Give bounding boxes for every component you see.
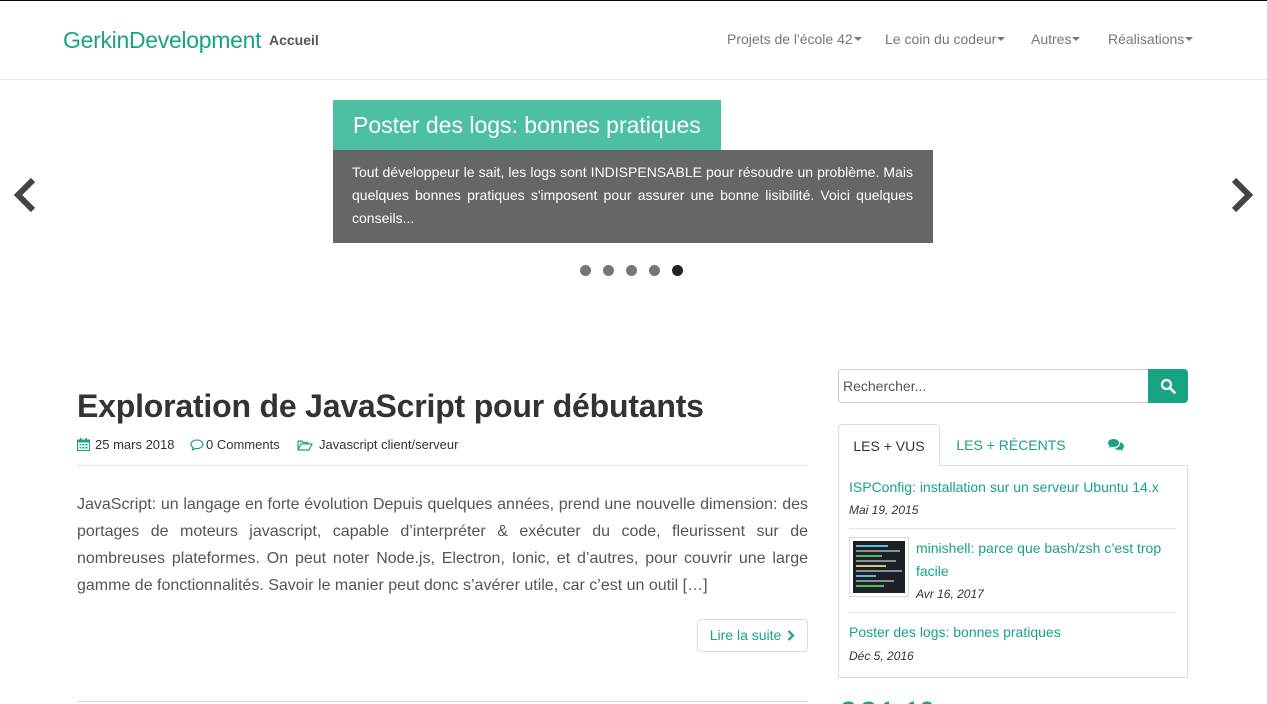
nav-menu-label: Autres — [1031, 31, 1072, 47]
site-brand[interactable]: GerkinDevelopment — [63, 27, 261, 54]
caret-down-icon — [853, 37, 862, 42]
post-bottom-divider — [77, 701, 808, 702]
caret-down-icon — [997, 37, 1006, 42]
tab-comments[interactable] — [1096, 424, 1136, 466]
sidebar-item-divider — [849, 612, 1176, 613]
post-category[interactable]: Javascript client/serveur — [297, 437, 458, 452]
post-thumbnail[interactable] — [849, 537, 909, 597]
chevron-left-icon[interactable] — [11, 177, 41, 213]
sidebar-post-date: Mai 19, 2015 — [849, 503, 919, 517]
chevron-right-icon — [787, 630, 795, 641]
carousel-caption-text: Tout développeur le sait, les logs sont … — [333, 150, 933, 243]
post-date-text: 25 mars 2018 — [95, 437, 175, 452]
carousel-dot[interactable] — [672, 265, 683, 276]
carousel-dot[interactable] — [580, 265, 591, 276]
sidebar-post-date: Déc 5, 2016 — [849, 649, 914, 663]
sidebar-post-link[interactable]: ISPConfig: installation sur un serveur U… — [849, 476, 1179, 499]
nav-home-link[interactable]: Accueil — [269, 32, 319, 48]
post-category-text: Javascript client/serveur — [319, 437, 459, 452]
carousel-dot[interactable] — [603, 265, 614, 276]
read-more-label: Lire la suite — [709, 627, 782, 643]
read-more-button[interactable]: Lire la suite — [697, 619, 808, 652]
nav-menu-projets[interactable]: Projets de l'école 42 — [727, 31, 862, 47]
post-comments[interactable]: 0 Comments — [190, 437, 280, 452]
nav-menu-realisations[interactable]: Réalisations — [1108, 31, 1194, 47]
post-excerpt: JavaScript: un langage en forte évolutio… — [77, 496, 808, 594]
post-date: 25 mars 2018 — [77, 437, 175, 452]
sidebar-item-divider — [849, 528, 1176, 529]
carousel-dot[interactable] — [626, 265, 637, 276]
tab-most-recent[interactable]: LES + RÉCENTS — [946, 424, 1076, 466]
comment-icon — [190, 439, 204, 451]
sidebar-post-link[interactable]: Poster des logs: bonnes pratiques — [849, 621, 1061, 644]
sidebar-post-date: Avr 16, 2017 — [916, 587, 984, 601]
carousel-dot[interactable] — [649, 265, 660, 276]
nav-menu-label: Projets de l'école 42 — [727, 31, 853, 47]
caret-down-icon — [1185, 37, 1194, 42]
post-divider — [77, 465, 808, 466]
sidebar-post-link[interactable]: minishell: parce que bash/zsh c’est trop… — [916, 537, 1178, 583]
search-button[interactable] — [1148, 369, 1188, 403]
caret-down-icon — [1072, 37, 1081, 42]
terminal-screenshot-image — [853, 541, 905, 593]
nav-menu-label: Le coin du codeur — [885, 31, 997, 47]
search-icon — [1160, 378, 1176, 394]
post-title[interactable]: Exploration de JavaScript pour débutants — [77, 388, 704, 425]
folder-open-icon — [297, 440, 313, 451]
nav-menu-coin-codeur[interactable]: Le coin du codeur — [885, 31, 1006, 47]
next-widget-heading-cutoff — [838, 696, 948, 704]
carousel-caption-title[interactable]: Poster des logs: bonnes pratiques — [333, 100, 721, 150]
search-input[interactable] — [838, 369, 1149, 403]
tab-most-viewed[interactable]: LES + VUS — [838, 424, 940, 466]
navbar: GerkinDevelopment Accueil Projets de l'é… — [0, 1, 1267, 80]
comments-icon — [1108, 439, 1124, 451]
post-comments-text: 0 Comments — [206, 437, 280, 452]
chevron-right-icon[interactable] — [1226, 177, 1256, 213]
nav-menu-autres[interactable]: Autres — [1031, 31, 1081, 47]
calendar-icon — [77, 438, 90, 451]
nav-menu-label: Réalisations — [1108, 31, 1185, 47]
